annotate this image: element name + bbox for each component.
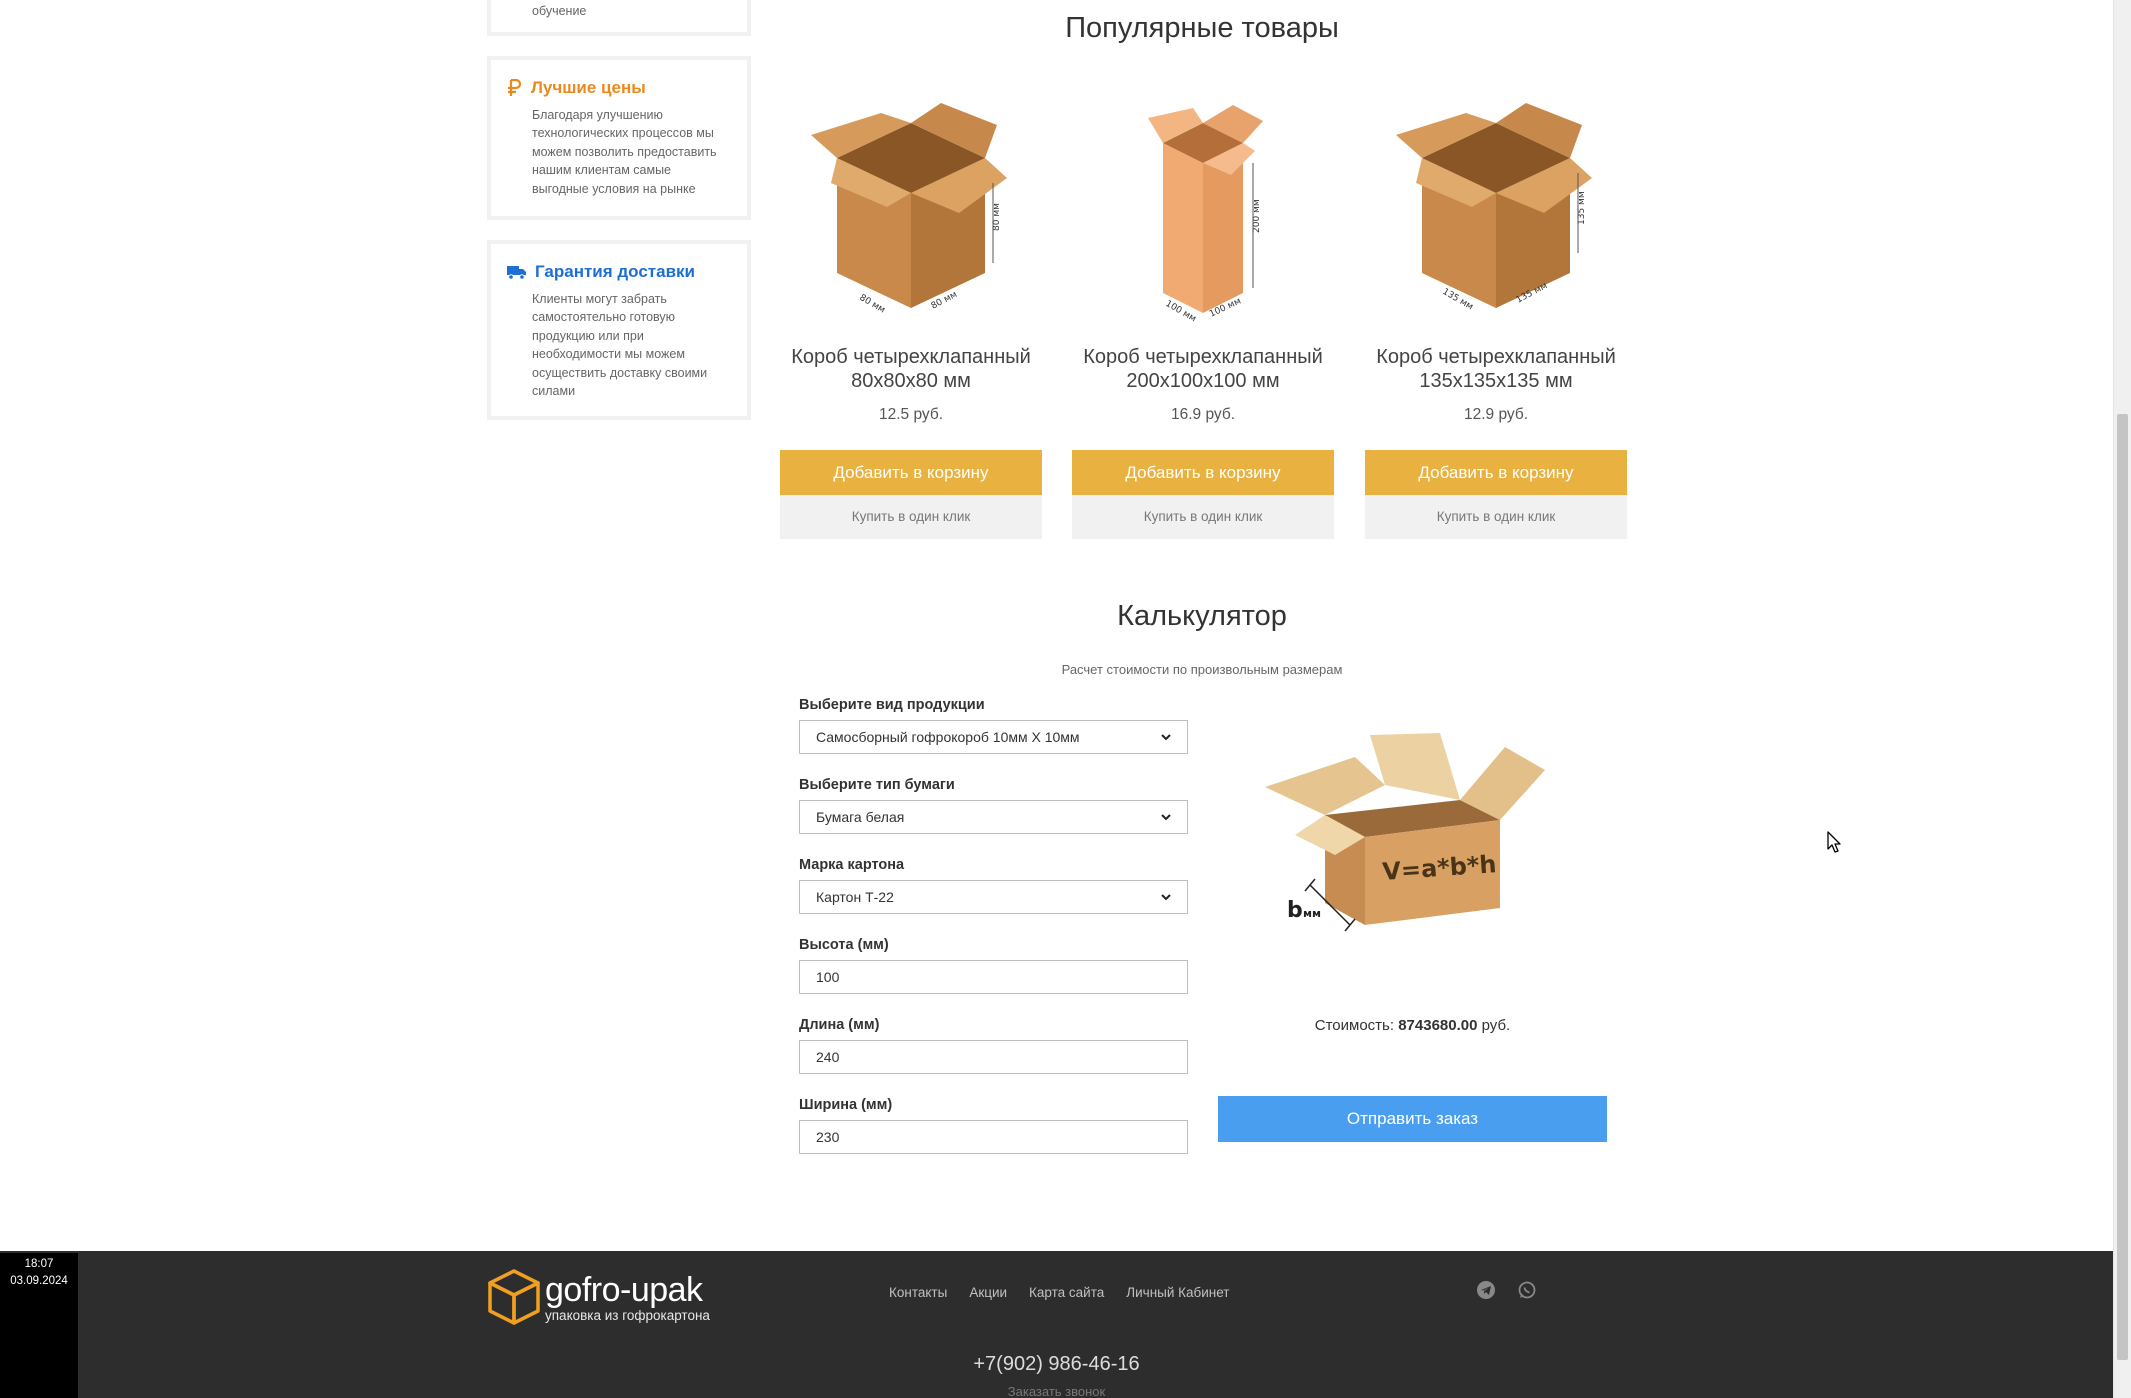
sidebar-card-training: обучение [487, 0, 751, 36]
chevron-down-icon [1161, 893, 1171, 900]
clock-date: 03.09.2024 [10, 1275, 68, 1287]
card-description: Клиенты могут забрать самостоятельно гот… [532, 292, 708, 399]
calculator-form: Выберите вид продукции Самосборный гофро… [799, 696, 1189, 1176]
product-card: 80 мм 80 мм 80 мм Короб четырехклапанный… [780, 100, 1042, 539]
svg-text:мм: мм [1303, 907, 1321, 920]
product-price: 12.9 руб. [1463, 406, 1529, 423]
sidebar: обучение Лучшие цены Благодаря улучшению… [487, 0, 751, 440]
width-label: Ширина (мм) [799, 1097, 893, 1113]
scrollbar-thumb[interactable] [2117, 414, 2128, 1360]
footer-link-account[interactable]: Личный Кабинет [1126, 1285, 1229, 1300]
add-to-cart-button[interactable]: Добавить в корзину [1072, 450, 1334, 495]
footer-link-promotions[interactable]: Акции [969, 1285, 1007, 1300]
paper-type-field: Выберите тип бумаги Бумага белая [799, 776, 1189, 856]
calculator-subtitle: Расчет стоимости по произвольным размера… [1061, 662, 1343, 677]
footer-link-sitemap[interactable]: Карта сайта [1029, 1285, 1104, 1300]
paper-type-select[interactable]: Бумага белая [799, 800, 1188, 834]
width-value: 230 [816, 1129, 840, 1145]
height-label: Высота (мм) [799, 937, 889, 953]
add-to-cart-button[interactable]: Добавить в корзину [1365, 450, 1627, 495]
product-image[interactable]: 135 мм 135 мм 135 мм [1365, 100, 1627, 325]
length-input[interactable]: 240 [799, 1040, 1188, 1074]
width-field: Ширина (мм) 230 [799, 1096, 1189, 1176]
length-label: Длина (мм) [799, 1017, 880, 1033]
product-type-field: Выберите вид продукции Самосборный гофро… [799, 696, 1189, 776]
page-scrollbar[interactable] [2113, 0, 2131, 1398]
svg-text:80 мм: 80 мм [992, 203, 1002, 231]
paper-type-label: Выберите тип бумаги [799, 777, 955, 793]
brand-tagline: упаковка из гофрокартона [545, 1307, 710, 1323]
products-grid: 80 мм 80 мм 80 мм Короб четырехклапанный… [780, 100, 1627, 550]
footer-link-contacts[interactable]: Контакты [889, 1285, 947, 1300]
truck-icon [507, 265, 526, 280]
chevron-down-icon [1161, 813, 1171, 820]
footer-nav: Контакты Акции Карта сайта Личный Кабине… [889, 1285, 1230, 1300]
width-input[interactable]: 230 [799, 1120, 1188, 1154]
buy-one-click-button[interactable]: Купить в один клик [780, 495, 1042, 539]
taskbar-clock: 18:07 03.09.2024 [0, 1253, 78, 1398]
paper-type-value: Бумага белая [816, 809, 905, 825]
svg-text:135 мм: 135 мм [1577, 191, 1587, 225]
card-description: обучение [532, 4, 587, 18]
length-field: Длина (мм) 240 [799, 1016, 1189, 1096]
product-type-label: Выберите вид продукции [799, 697, 985, 713]
mouse-cursor-icon [1827, 831, 1841, 853]
product-card: 200 мм 100 мм 100 мм Короб четырехклапан… [1072, 100, 1334, 539]
add-to-cart-button[interactable]: Добавить в корзину [780, 450, 1042, 495]
product-type-value: Самосборный гофрокороб 10мм X 10мм [816, 729, 1080, 745]
buy-one-click-button[interactable]: Купить в один клик [1072, 495, 1334, 539]
sidebar-card-delivery-guarantee: Гарантия доставки Клиенты могут забрать … [487, 240, 751, 420]
footer-phone[interactable]: +7(902) 986-46-16 [0, 1353, 2113, 1376]
product-name[interactable]: Короб четырехклапанный 200х100х100 мм [1072, 345, 1334, 393]
calculator-title: Калькулятор [1117, 600, 1287, 632]
card-description: Благодаря улучшению технологических проц… [532, 108, 717, 196]
product-image[interactable]: 80 мм 80 мм 80 мм [780, 100, 1042, 325]
cardboard-grade-label: Марка картона [799, 857, 905, 873]
clock-time: 18:07 [24, 1258, 54, 1270]
buy-one-click-button[interactable]: Купить в один клик [1365, 495, 1627, 539]
height-field: Высота (мм) 100 [799, 936, 1189, 1016]
social-links [1476, 1280, 1537, 1300]
product-type-select[interactable]: Самосборный гофрокороб 10мм X 10мм [799, 720, 1188, 754]
height-input[interactable]: 100 [799, 960, 1188, 994]
popular-products-title: Популярные товары [1065, 12, 1339, 44]
card-title: Гарантия доставки [535, 262, 695, 281]
svg-text:80 мм: 80 мм [858, 292, 887, 315]
svg-text:200 мм: 200 мм [1252, 199, 1262, 233]
product-name[interactable]: Короб четырехклапанный 135х135х135 мм [1365, 345, 1627, 393]
brand-name: gofro-upak [545, 1270, 703, 1309]
send-order-button[interactable]: Отправить заказ [1218, 1096, 1607, 1142]
chevron-down-icon [1161, 733, 1171, 740]
calculator-box-image: V=a*b*h b мм [1255, 725, 1567, 935]
height-value: 100 [816, 969, 840, 985]
request-callback-link[interactable]: Заказать звонок [0, 1384, 2113, 1398]
cost-prefix: Стоимость: [1314, 1017, 1395, 1034]
svg-text:b: b [1287, 898, 1303, 923]
product-price: 16.9 руб. [1170, 406, 1236, 423]
product-price: 12.5 руб. [878, 406, 944, 423]
telegram-icon[interactable] [1476, 1280, 1496, 1300]
whatsapp-icon[interactable] [1517, 1280, 1537, 1300]
ruble-icon [508, 79, 522, 96]
length-value: 240 [816, 1049, 840, 1065]
product-name[interactable]: Короб четырехклапанный 80х80х80 мм [780, 345, 1042, 393]
sidebar-card-best-prices: Лучшие цены Благодаря улучшению технолог… [487, 56, 751, 220]
footer-logo[interactable]: gofro-upak упаковка из гофрокартона [487, 1268, 710, 1326]
cost-value: 8743680.00 [1398, 1017, 1478, 1034]
cardboard-grade-field: Марка картона Картон Т-22 [799, 856, 1189, 936]
product-image[interactable]: 200 мм 100 мм 100 мм [1072, 100, 1334, 325]
product-card: 135 мм 135 мм 135 мм Короб четырехклапан… [1365, 100, 1627, 539]
footer: gofro-upak упаковка из гофрокартона Конт… [0, 1251, 2113, 1398]
cardboard-grade-select[interactable]: Картон Т-22 [799, 880, 1188, 914]
cardboard-grade-value: Картон Т-22 [816, 889, 894, 905]
box-logo-icon [488, 1269, 540, 1325]
cost-suffix: руб. [1481, 1017, 1511, 1034]
card-title: Лучшие цены [531, 78, 646, 97]
cost-display: Стоимость: 8743680.00 руб. [1218, 1017, 1607, 1034]
